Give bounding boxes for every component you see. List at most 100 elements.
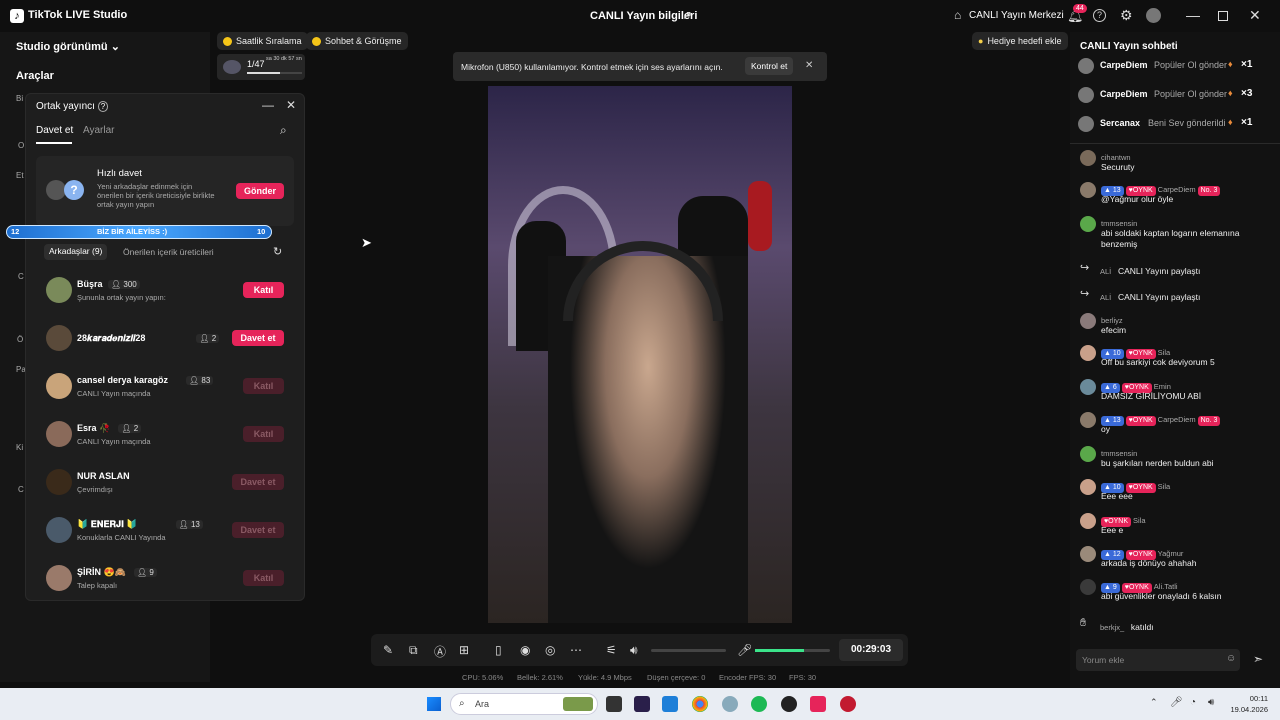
close-icon[interactable]: ✕	[1249, 7, 1261, 24]
share-icon: ↪	[1080, 288, 1090, 300]
check-button[interactable]: Kontrol et	[745, 57, 794, 75]
send-button[interactable]: Gönder	[236, 183, 284, 199]
phone-icon[interactable]: ▯	[495, 643, 502, 657]
chat-username[interactable]: Yağmur	[1158, 549, 1184, 558]
clipped-label: Et	[16, 171, 24, 180]
person-icon: 👤︎	[137, 568, 150, 577]
person-icon: 👤︎	[178, 520, 191, 529]
chat-username[interactable]: Sila	[1158, 482, 1171, 491]
send-icon[interactable]: ➣	[1253, 652, 1263, 666]
live-center-button[interactable]: CANLI Yayın Merkezi	[969, 10, 1064, 21]
family-banner: 12 BİZ BİR AİLEYİSS :) 10	[6, 225, 272, 239]
more-icon[interactable]: ⋯	[570, 643, 582, 657]
microphone-icon[interactable]: 🎤︎	[1170, 697, 1183, 708]
clock-time[interactable]: 00:11	[1226, 694, 1268, 703]
person-icon: 👤︎	[199, 334, 212, 343]
fan-club-name: OYNK	[1132, 187, 1153, 194]
tab-suggested[interactable]: Önerilen içerik üreticileri	[123, 247, 214, 257]
chat-username[interactable]: Sila	[1158, 348, 1171, 357]
follower-count-value: 300	[123, 280, 137, 289]
chat-username[interactable]: Sila	[1133, 516, 1146, 525]
record-icon[interactable]: ◉	[520, 643, 530, 657]
share-icon[interactable]: ↗	[682, 8, 692, 22]
invite-button[interactable]: Davet et	[232, 330, 284, 346]
chat-username[interactable]: tmmsensin	[1101, 449, 1137, 458]
chat-username[interactable]: CarpeDiem	[1158, 185, 1196, 194]
after-effects-icon[interactable]	[634, 696, 650, 712]
gift-multiplier: ×1	[1241, 59, 1253, 70]
spotify-icon[interactable]	[751, 696, 767, 712]
maximize-icon[interactable]	[1218, 11, 1228, 21]
clipped-label: C	[18, 272, 24, 281]
chat-call-button[interactable]: Sohbet & Görüşme	[306, 32, 408, 50]
tab-friends[interactable]: Arkadaşlar (9)	[44, 244, 108, 260]
recorder-icon[interactable]	[840, 696, 856, 712]
chrome-icon[interactable]	[692, 696, 708, 712]
settings-app-icon[interactable]	[722, 696, 738, 712]
speaker-icon[interactable]: 🔊︎	[630, 643, 638, 658]
translate-icon[interactable]: ⧉	[409, 643, 418, 658]
goal-progress-text: 1/47	[247, 59, 265, 69]
help-icon[interactable]: ?	[1093, 9, 1106, 22]
avatar[interactable]	[1146, 8, 1161, 23]
invite-button[interactable]: Davet et	[232, 522, 284, 538]
follower-count-value: 83	[201, 376, 211, 385]
tiktok-live-studio-icon[interactable]	[810, 696, 826, 712]
chevron-up-icon[interactable]: ⌃	[1150, 697, 1158, 708]
join-button[interactable]: Katıl	[243, 378, 284, 394]
screenshot-icon[interactable]: ◎	[545, 643, 555, 657]
help-icon[interactable]: ?	[97, 101, 109, 112]
chat-username[interactable]: berkjx_	[1100, 623, 1124, 632]
clock-date[interactable]: 19.04.2026	[1226, 705, 1268, 714]
quick-invite-card: ? Hızlı davet Yeni arkadaşlar edinmek iç…	[36, 156, 294, 226]
follower-count: 👤︎ 2	[196, 334, 220, 343]
hourly-ranking-button[interactable]: Saatlik Sıralama	[217, 32, 308, 50]
volume-icon[interactable]: 🔊︎	[1208, 697, 1214, 708]
chat-username[interactable]: cihantwn	[1101, 153, 1131, 162]
add-scene-icon[interactable]: ⊞	[459, 643, 469, 657]
chat-username[interactable]: berliyz	[1101, 316, 1123, 325]
user-avatar	[1080, 150, 1096, 166]
refresh-icon[interactable]: ↻	[273, 245, 282, 258]
outlook-icon[interactable]	[662, 696, 678, 712]
mixer-icon[interactable]: ⚟	[606, 643, 617, 657]
quick-invite-title: Hızlı davet	[97, 168, 142, 179]
chat-username[interactable]: ALİ	[1100, 293, 1111, 302]
join-button[interactable]: Katıl	[243, 570, 284, 586]
chat-username[interactable]: tmmsensin	[1101, 219, 1137, 228]
tab-invite[interactable]: Davet et	[36, 125, 73, 136]
task-view-icon[interactable]	[606, 696, 622, 712]
emoji-icon[interactable]: ☺	[1226, 653, 1236, 664]
windows-start-icon[interactable]	[427, 697, 441, 711]
studio-view-dropdown[interactable]: Studio görünümü ⌄	[16, 40, 120, 53]
close-icon[interactable]: ✕	[286, 98, 296, 112]
chat-username[interactable]: Emin	[1154, 382, 1171, 391]
ai-icon[interactable]: Ⓐ	[434, 643, 446, 660]
coin-icon	[312, 36, 321, 46]
gear-icon[interactable]: ⚙	[1120, 7, 1133, 24]
close-icon[interactable]: ✕	[805, 60, 813, 71]
minimize-icon[interactable]: —	[262, 98, 274, 112]
minimize-icon[interactable]: —	[1186, 7, 1200, 23]
search-icon[interactable]: ⌕	[280, 123, 287, 138]
wifi-icon[interactable]: ◔	[1190, 697, 1196, 708]
steam-icon[interactable]	[781, 696, 797, 712]
tab-settings[interactable]: Ayarlar	[83, 125, 115, 136]
chat-text: @Yağmur olur öyle	[1101, 194, 1174, 204]
microphone-icon[interactable]: 🎤︎	[737, 643, 752, 657]
join-button[interactable]: Katıl	[243, 426, 284, 442]
gift-goal-button[interactable]: ● Hediye hedefi ekle	[972, 32, 1068, 50]
chat-username[interactable]: Ali.Tatli	[1154, 582, 1178, 591]
home-icon[interactable]: ⌂	[954, 8, 961, 22]
friend-status: CANLI Yayın maçında	[77, 437, 151, 446]
volume-slider[interactable]	[651, 649, 726, 652]
join-button[interactable]: Katıl	[243, 282, 284, 298]
chat-text: arkada iş dönüyo ahahah	[1101, 558, 1197, 568]
magic-wand-icon[interactable]: ✎	[383, 643, 393, 657]
chat-username[interactable]: ALİ	[1100, 267, 1111, 276]
chat-username[interactable]: CarpeDiem	[1158, 415, 1196, 424]
taskbar-search[interactable]: ⌕ Ara	[450, 693, 598, 715]
invite-button[interactable]: Davet et	[232, 474, 284, 490]
comment-input[interactable]: Yorum ekle ☺	[1076, 649, 1240, 671]
mic-level-slider[interactable]	[755, 649, 830, 652]
